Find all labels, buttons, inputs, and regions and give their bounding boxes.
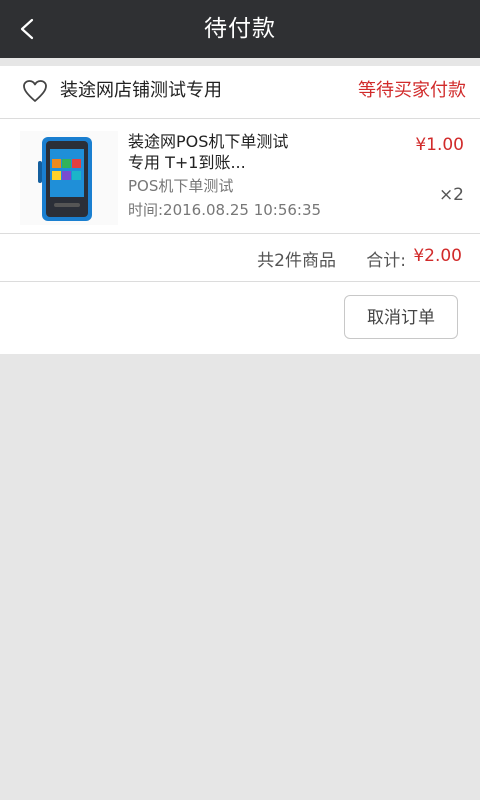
product-name-line2: 专用 T+1到账... [128, 153, 246, 172]
top-bar: 待付款 [0, 0, 480, 58]
heart-icon[interactable] [22, 79, 48, 103]
product-subtitle: POS机下单测试 [128, 177, 234, 195]
product-thumbnail[interactable] [20, 131, 118, 225]
order-summary: 共2件商品 合计: ¥2.00 [0, 234, 480, 282]
pos-terminal-image [38, 137, 92, 221]
shop-row[interactable]: 装途网店铺测试专用 等待买家付款 [0, 66, 480, 119]
shop-name[interactable]: 装途网店铺测试专用 [60, 66, 222, 116]
product-row[interactable]: 装途网POS机下单测试 专用 T+1到账... POS机下单测试 时间:2016… [0, 119, 480, 234]
total-label: 合计: [366, 251, 406, 271]
cancel-order-button[interactable]: 取消订单 [344, 295, 458, 339]
total-amount: ¥2.00 [413, 246, 462, 266]
product-quantity: ×2 [438, 185, 464, 205]
product-price: ¥1.00 [415, 135, 464, 155]
order-card: 装途网店铺测试专用 等待买家付款 装途网POS机下单测试 专用 T+1到账... [0, 66, 480, 354]
page-title: 待付款 [204, 16, 276, 42]
order-time: 时间:2016.08.25 10:56:35 [128, 201, 322, 219]
item-count: 共2件商品 [257, 251, 336, 271]
order-status: 等待买家付款 [358, 80, 466, 101]
product-name-line1: 装途网POS机下单测试 [128, 132, 289, 151]
product-name[interactable]: 装途网POS机下单测试 专用 T+1到账... [128, 131, 338, 173]
